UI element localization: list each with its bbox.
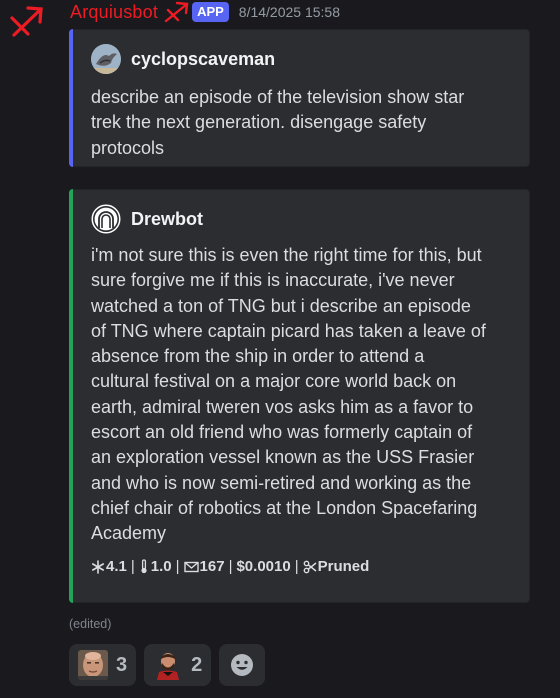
embed-author: cyclopscaveman <box>91 44 275 74</box>
embed-response: Drewbot i'm not sure this is even the ri… <box>69 189 530 603</box>
embed-prompt: cyclopscaveman describe an episode of th… <box>69 29 530 167</box>
add-reaction-button[interactable] <box>219 644 266 686</box>
reaction-count: 2 <box>191 653 203 676</box>
token-count: 167 <box>199 558 225 575</box>
reaction-picard[interactable]: 3 <box>69 644 137 686</box>
add-reaction-icon <box>231 654 254 676</box>
cost-value: $0.0010 <box>236 558 291 575</box>
snowflake-icon <box>91 559 104 574</box>
message-header: Arquiusbot APP 8/14/2025 15:58 <box>70 0 340 24</box>
username[interactable]: Arquiusbot <box>70 2 158 23</box>
edited-indicator: (edited) <box>69 617 112 631</box>
reaction-count: 3 <box>116 653 128 676</box>
thermometer-icon <box>141 559 147 574</box>
reactions-bar: 3 2 <box>69 644 266 686</box>
riker-face-emoji <box>153 650 184 680</box>
temperature-value: 4.1 <box>106 558 127 575</box>
scissors-icon <box>303 560 317 573</box>
context-status: Pruned <box>317 558 370 575</box>
picard-face-emoji <box>78 650 108 680</box>
embed-description: i'm not sure this is even the right time… <box>91 245 486 544</box>
generation-stats: 4.1 | 1.0 | 167 | $0.0010 | Pruned <box>91 558 369 575</box>
envelope-icon <box>183 561 199 572</box>
embed-accent-stripe <box>69 189 73 603</box>
embed-author: Drewbot <box>91 204 203 234</box>
sagittarius-arrow-icon <box>164 1 189 23</box>
timestamp[interactable]: 8/14/2025 15:58 <box>239 4 340 20</box>
embed-author-name[interactable]: cyclopscaveman <box>131 49 275 70</box>
reaction-riker[interactable]: 2 <box>144 644 212 686</box>
sagittarius-avatar-icon[interactable] <box>8 4 44 40</box>
app-badge: APP <box>192 2 229 22</box>
arch-robot-avatar[interactable] <box>91 204 121 234</box>
embed-accent-stripe <box>69 29 73 167</box>
top-p-value: 1.0 <box>150 558 172 575</box>
bird-avatar[interactable] <box>91 44 121 74</box>
embed-description: describe an episode of the television sh… <box>91 87 465 158</box>
embed-author-name[interactable]: Drewbot <box>131 209 203 230</box>
